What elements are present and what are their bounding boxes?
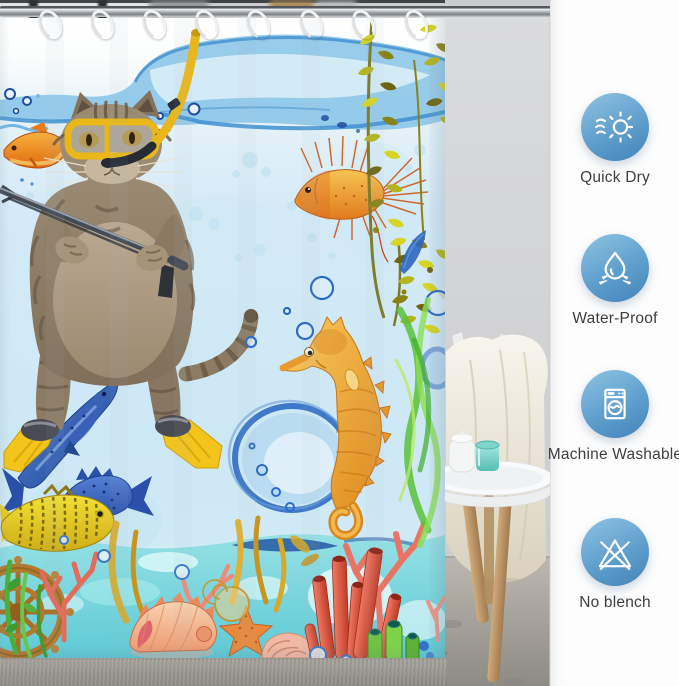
feature-badge-machine-washable: Machine Washable: [551, 370, 679, 464]
washing-machine-icon: [581, 370, 649, 438]
teal-cup: [476, 441, 499, 471]
quick-dry-sun-icon: [581, 93, 649, 161]
shower-rod: [0, 6, 551, 17]
feature-badge-panel: Quick Dry Water-Proof: [550, 0, 679, 686]
waterproof-water-drop-icon: [581, 234, 649, 302]
feature-label: No blench: [579, 594, 651, 612]
feature-label: Water-Proof: [572, 310, 657, 328]
shower-curtain: [0, 18, 445, 658]
feature-badge-water-proof: Water-Proof: [551, 234, 679, 328]
window-frame-bar: [0, 0, 445, 3]
feature-badge-no-bleach: No blench: [551, 518, 679, 612]
feature-label: Quick Dry: [580, 169, 650, 187]
toiletry-jar: [449, 431, 475, 473]
feature-label: Machine Washable: [548, 446, 679, 464]
bathroom-props: [445, 17, 551, 686]
big-bubble: [229, 401, 349, 511]
feature-badge-quick-dry: Quick Dry: [551, 93, 679, 187]
product-photo: Quick Dry Water-Proof: [0, 0, 679, 686]
no-bleach-crossed-triangle-icon: [581, 518, 649, 586]
